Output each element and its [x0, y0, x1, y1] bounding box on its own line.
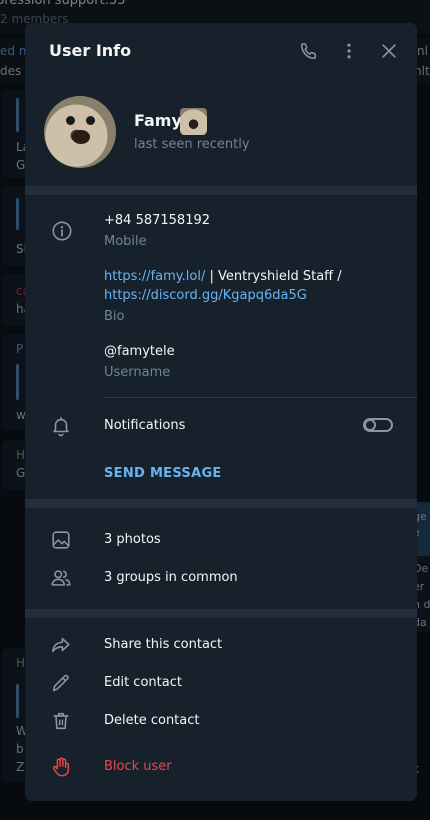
- share-contact-row[interactable]: Share this contact: [25, 626, 417, 664]
- bio-link-website[interactable]: https://famy.lol/: [104, 269, 205, 284]
- more-button[interactable]: [337, 39, 361, 63]
- profile-name: Famy: [134, 111, 182, 130]
- hand-stop-icon: [49, 755, 73, 779]
- bio-line: https://famy.lol/ | Ventryshield Staff /: [104, 269, 342, 284]
- trash-icon: [49, 709, 73, 733]
- groups-in-common-row[interactable]: 3 groups in common: [25, 559, 417, 597]
- block-user-row[interactable]: Block user: [25, 748, 417, 786]
- block-user-label: Block user: [104, 759, 172, 774]
- photo-icon: [49, 528, 73, 552]
- bell-icon: [49, 414, 73, 438]
- avatar-detail: [86, 116, 95, 125]
- section-divider: [25, 499, 417, 508]
- close-icon: [382, 44, 396, 58]
- info-icon: [50, 219, 74, 243]
- bio-text: | Ventryshield Staff /: [205, 269, 342, 284]
- username-label: Username: [104, 365, 171, 380]
- delete-contact-label: Delete contact: [104, 713, 200, 728]
- edit-contact-label: Edit contact: [104, 675, 182, 690]
- phone-label: Mobile: [104, 234, 147, 249]
- emoji-status-icon: [180, 108, 207, 135]
- send-message-button[interactable]: SEND MESSAGE: [104, 466, 222, 481]
- bio-link-discord[interactable]: https://discord.gg/Kgapq6da5G: [104, 288, 307, 303]
- groups-count: 3 groups in common: [104, 570, 238, 585]
- username[interactable]: @famytele: [104, 344, 175, 359]
- notifications-label: Notifications: [104, 418, 186, 433]
- bio-label: Bio: [104, 309, 125, 324]
- call-button[interactable]: [297, 39, 321, 63]
- more-vert-icon: [347, 43, 351, 59]
- notifications-row[interactable]: Notifications: [25, 407, 417, 445]
- photos-count: 3 photos: [104, 532, 161, 547]
- close-button[interactable]: [377, 39, 401, 63]
- share-contact-label: Share this contact: [104, 637, 223, 652]
- dialog-header: User Info: [25, 23, 417, 79]
- last-seen-status: last seen recently: [134, 137, 250, 152]
- pencil-icon: [49, 671, 73, 695]
- section-divider: [25, 609, 417, 618]
- phone-number[interactable]: +84 587158192: [104, 213, 210, 228]
- avatar[interactable]: [44, 96, 116, 168]
- phone-icon: [301, 43, 317, 59]
- share-icon: [49, 633, 73, 657]
- user-info-dialog: User Info Famy last seen recently +84 58…: [25, 23, 417, 801]
- photos-row[interactable]: 3 photos: [25, 521, 417, 559]
- notifications-toggle[interactable]: [363, 418, 393, 432]
- profile-section: Famy last seen recently: [25, 79, 417, 187]
- group-icon: [49, 566, 73, 590]
- edit-contact-row[interactable]: Edit contact: [25, 664, 417, 702]
- avatar-detail: [66, 116, 75, 125]
- delete-contact-row[interactable]: Delete contact: [25, 702, 417, 740]
- section-divider: [25, 186, 417, 195]
- avatar-detail: [72, 130, 90, 144]
- divider: [104, 397, 417, 398]
- dialog-title: User Info: [49, 41, 132, 60]
- toggle-knob: [364, 419, 376, 431]
